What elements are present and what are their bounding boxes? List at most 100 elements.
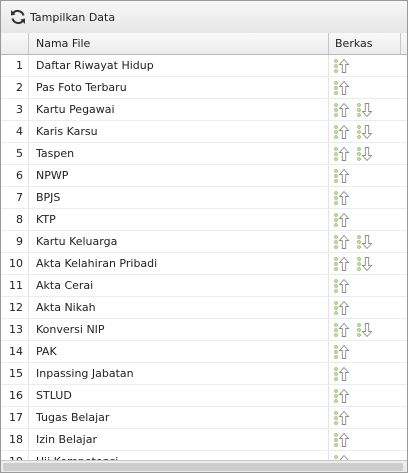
file-actions <box>329 121 407 142</box>
table-row[interactable]: 15 Inpassing Jabatan <box>1 363 407 385</box>
table-row[interactable]: 1 Daftar Riwayat Hidup <box>1 55 407 77</box>
upload-icon[interactable] <box>334 146 350 162</box>
file-name: Karis Karsu <box>29 121 329 142</box>
table-row[interactable]: 14 PAK <box>1 341 407 363</box>
upload-icon[interactable] <box>334 322 350 338</box>
file-grid-panel: Tampilkan Data Nama File Berkas 1 Daftar… <box>0 0 408 473</box>
table-row[interactable]: 5 Taspen <box>1 143 407 165</box>
file-actions <box>329 77 407 98</box>
upload-icon[interactable] <box>334 58 350 74</box>
table-row[interactable]: 4 Karis Karsu <box>1 121 407 143</box>
download-icon[interactable] <box>357 322 373 338</box>
table-body: 1 Daftar Riwayat Hidup 2 Pas Foto Terbar… <box>1 55 407 472</box>
upload-icon[interactable] <box>334 300 350 316</box>
row-number: 14 <box>1 341 29 362</box>
upload-icon[interactable] <box>334 366 350 382</box>
upload-icon[interactable] <box>334 234 350 250</box>
file-name: NPWP <box>29 165 329 186</box>
file-name: PAK <box>29 341 329 362</box>
table-row[interactable]: 2 Pas Foto Terbaru <box>1 77 407 99</box>
row-number: 11 <box>1 275 29 296</box>
row-number: 8 <box>1 209 29 230</box>
upload-icon[interactable] <box>334 212 350 228</box>
table-row[interactable]: 16 STLUD <box>1 385 407 407</box>
upload-icon[interactable] <box>334 410 350 426</box>
upload-icon[interactable] <box>334 344 350 360</box>
row-number: 15 <box>1 363 29 384</box>
file-actions <box>329 187 407 208</box>
upload-icon[interactable] <box>334 432 350 448</box>
row-number: 18 <box>1 429 29 450</box>
file-actions <box>329 407 407 428</box>
table-row[interactable]: 6 NPWP <box>1 165 407 187</box>
file-name: Pas Foto Terbaru <box>29 77 329 98</box>
column-header-name[interactable]: Nama File <box>29 33 329 54</box>
file-name: STLUD <box>29 385 329 406</box>
file-name: Izin Belajar <box>29 429 329 450</box>
file-name: Konversi NIP <box>29 319 329 340</box>
file-actions <box>329 231 407 252</box>
scrollbar-thumb[interactable] <box>3 463 403 471</box>
table-row[interactable]: 12 Akta Nikah <box>1 297 407 319</box>
row-number: 2 <box>1 77 29 98</box>
upload-icon[interactable] <box>334 278 350 294</box>
row-number: 7 <box>1 187 29 208</box>
download-icon[interactable] <box>357 234 373 250</box>
row-number: 16 <box>1 385 29 406</box>
show-data-label: Tampilkan Data <box>30 10 116 24</box>
file-name: Akta Nikah <box>29 297 329 318</box>
download-icon[interactable] <box>357 124 373 140</box>
upload-icon[interactable] <box>334 80 350 96</box>
table-row[interactable]: 18 Izin Belajar <box>1 429 407 451</box>
show-data-button[interactable]: Tampilkan Data <box>9 7 115 27</box>
table-row[interactable]: 11 Akta Cerai <box>1 275 407 297</box>
file-name: Kartu Pegawai <box>29 99 329 120</box>
upload-icon[interactable] <box>334 168 350 184</box>
file-actions <box>329 429 407 450</box>
file-actions <box>329 363 407 384</box>
upload-icon[interactable] <box>334 256 350 272</box>
file-actions <box>329 319 407 340</box>
file-actions <box>329 99 407 120</box>
table-row[interactable]: 3 Kartu Pegawai <box>1 99 407 121</box>
download-icon[interactable] <box>357 256 373 272</box>
file-actions <box>329 165 407 186</box>
upload-icon[interactable] <box>334 102 350 118</box>
table-row[interactable]: 7 BPJS <box>1 187 407 209</box>
row-number: 1 <box>1 55 29 76</box>
row-number: 10 <box>1 253 29 274</box>
download-icon[interactable] <box>357 146 373 162</box>
table-row[interactable]: 13 Konversi NIP <box>1 319 407 341</box>
file-name: KTP <box>29 209 329 230</box>
file-name: Kartu Keluarga <box>29 231 329 252</box>
file-actions <box>329 253 407 274</box>
file-name: Daftar Riwayat Hidup <box>29 55 329 76</box>
table-header: Nama File Berkas <box>1 33 407 55</box>
file-name: BPJS <box>29 187 329 208</box>
toolbar: Tampilkan Data <box>1 1 407 34</box>
table-row[interactable]: 8 KTP <box>1 209 407 231</box>
column-header-files[interactable]: Berkas <box>329 33 401 54</box>
download-icon[interactable] <box>357 102 373 118</box>
horizontal-scrollbar[interactable] <box>1 460 407 472</box>
row-number: 5 <box>1 143 29 164</box>
table-row[interactable]: 9 Kartu Keluarga <box>1 231 407 253</box>
file-actions <box>329 341 407 362</box>
file-actions <box>329 209 407 230</box>
file-name: Tugas Belajar <box>29 407 329 428</box>
upload-icon[interactable] <box>334 388 350 404</box>
table-row[interactable]: 10 Akta Kelahiran Pribadi <box>1 253 407 275</box>
file-actions <box>329 55 407 76</box>
upload-icon[interactable] <box>334 190 350 206</box>
upload-icon[interactable] <box>334 124 350 140</box>
row-number: 17 <box>1 407 29 428</box>
row-number: 13 <box>1 319 29 340</box>
file-actions <box>329 275 407 296</box>
row-number: 12 <box>1 297 29 318</box>
row-number: 4 <box>1 121 29 142</box>
table-row[interactable]: 17 Tugas Belajar <box>1 407 407 429</box>
column-header-number[interactable] <box>1 33 29 54</box>
file-actions <box>329 297 407 318</box>
file-actions <box>329 143 407 164</box>
file-name: Akta Cerai <box>29 275 329 296</box>
